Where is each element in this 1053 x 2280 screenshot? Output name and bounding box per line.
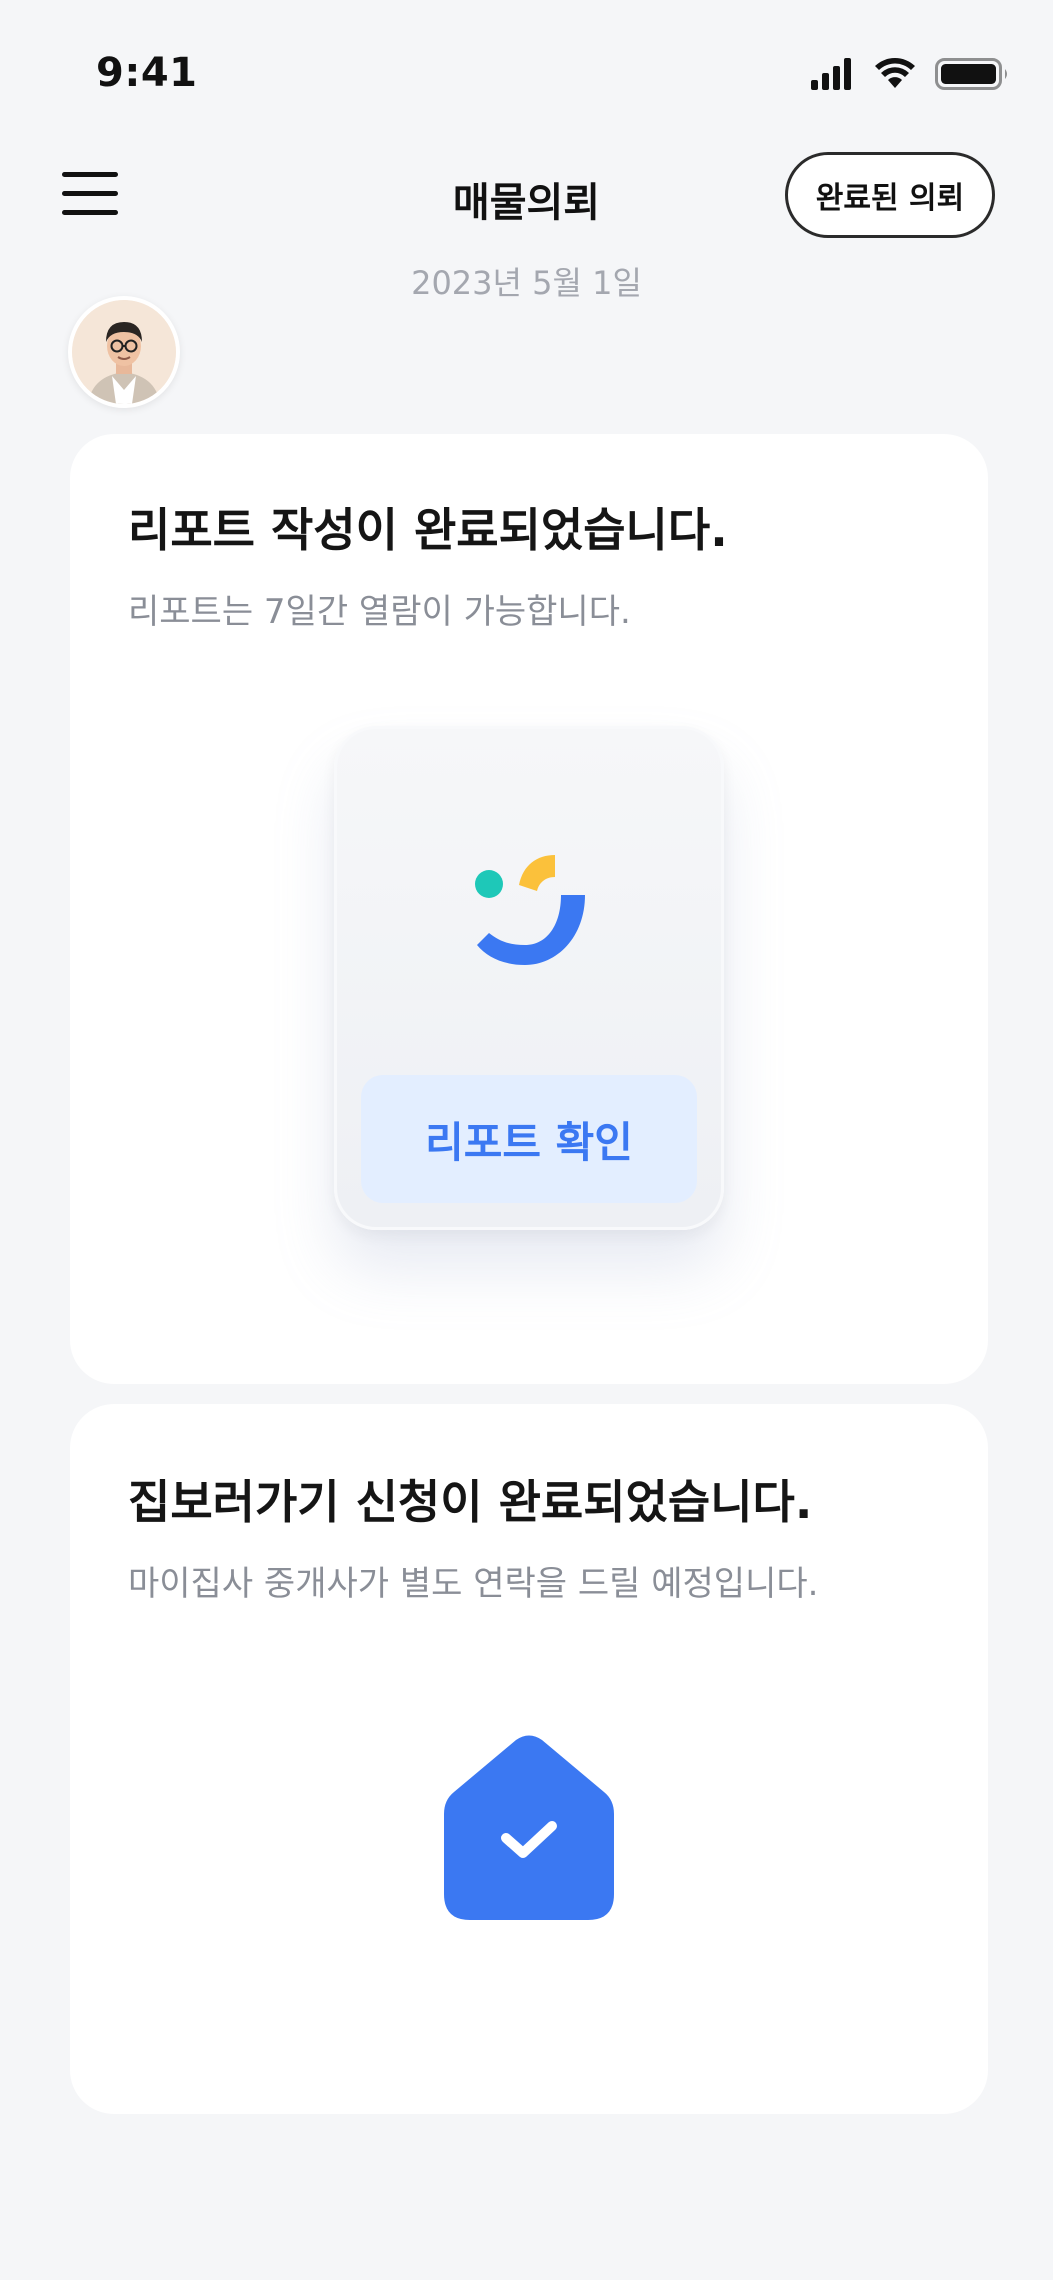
completed-requests-button[interactable]: 완료된 의뢰 bbox=[785, 152, 995, 238]
visit-complete-card: 집보러가기 신청이 완료되었습니다. 마이집사 중개사가 별도 연락을 드릴 예… bbox=[70, 1404, 988, 2114]
header: 매물의뢰 완료된 의뢰 bbox=[0, 140, 1053, 250]
battery-icon bbox=[935, 58, 1007, 90]
view-report-button[interactable]: 리포트 확인 bbox=[361, 1075, 697, 1203]
house-check-icon bbox=[444, 1735, 614, 1920]
visit-card-subtitle: 마이집사 중개사가 별도 연락을 드릴 예정입니다. bbox=[128, 1564, 819, 1604]
visit-card-title: 집보러가기 신청이 완료되었습니다. bbox=[128, 1475, 813, 1529]
status-icons bbox=[811, 58, 1007, 90]
smile-logo-icon bbox=[475, 855, 585, 965]
status-bar: 9:41 bbox=[0, 0, 1053, 140]
report-card-subtitle: 리포트는 7일간 열람이 가능합니다. bbox=[128, 592, 631, 632]
signal-icon bbox=[811, 58, 851, 90]
report-tile[interactable]: 리포트 확인 bbox=[334, 726, 724, 1230]
report-card-title: 리포트 작성이 완료되었습니다. bbox=[128, 503, 728, 557]
avatar bbox=[68, 296, 180, 408]
report-complete-card: 리포트 작성이 완료되었습니다. 리포트는 7일간 열람이 가능합니다. 리포트… bbox=[70, 434, 988, 1384]
app-screen: 9:41 매물의뢰 완료된 의뢰 2023년 5월 1일 리포트 작성이 완료되… bbox=[0, 0, 1053, 2280]
wifi-icon bbox=[875, 58, 915, 88]
date-label: 2023년 5월 1일 bbox=[411, 264, 642, 302]
status-time: 9:41 bbox=[96, 50, 198, 96]
